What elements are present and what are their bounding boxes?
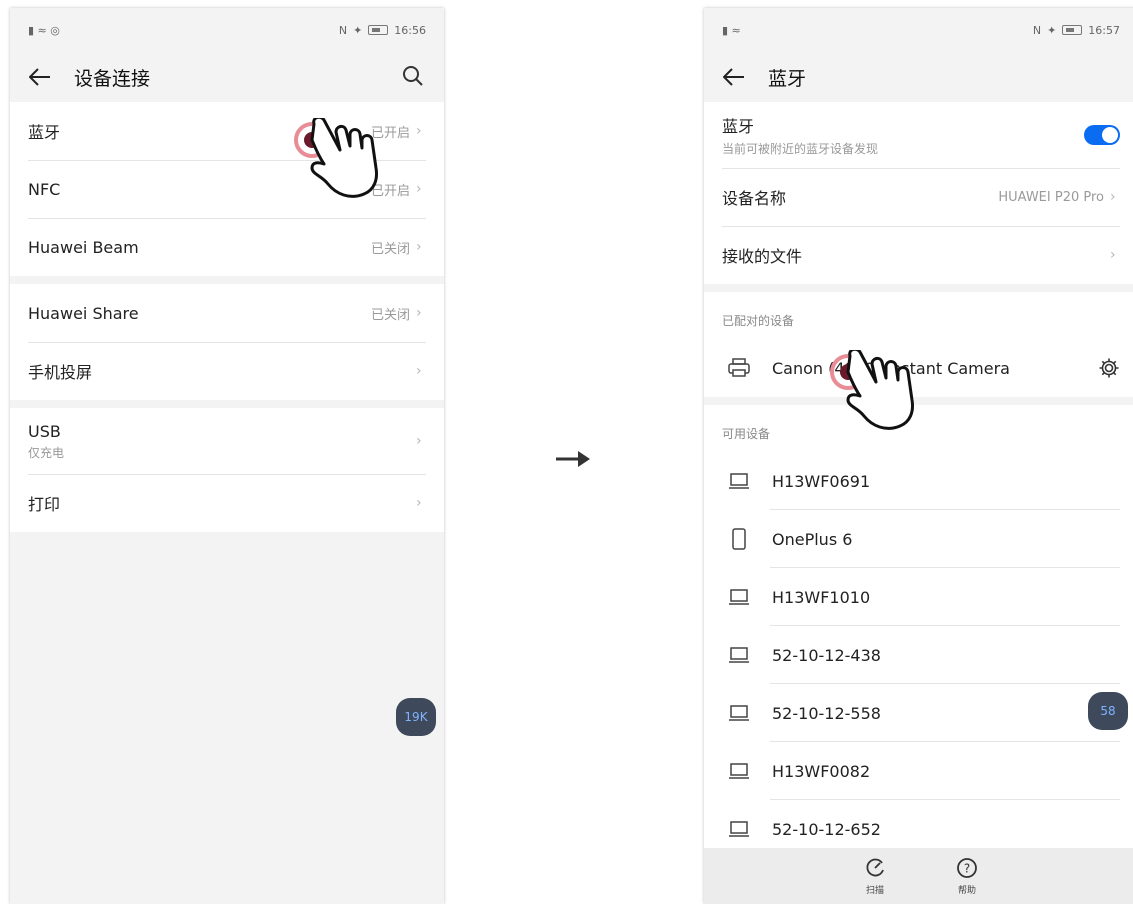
svg-text:?: ? [964, 861, 970, 875]
help-button[interactable]: ? 帮助 [956, 857, 978, 896]
device-label: 52-10-12-558 [772, 703, 881, 723]
scan-label: 扫描 [865, 885, 884, 896]
available-device-row[interactable]: H13WF1010 [704, 568, 1133, 626]
item-label: Huawei Share [28, 303, 139, 323]
arrow-right-icon [556, 451, 590, 467]
app-bar: 设备连接 [10, 52, 444, 102]
bluetooth-settings-group: 蓝牙 当前可被附近的蓝牙设备发现 设备名称 HUAWEI P20 Pro › 接… [704, 102, 1133, 284]
page-title: 蓝牙 [768, 67, 807, 90]
tap-gesture-hand-icon [294, 118, 378, 198]
status-icons-left: ▮ ≈ [722, 23, 741, 37]
item-label: NFC [28, 179, 61, 199]
chevron-right-icon: › [416, 123, 422, 139]
received-files-row[interactable]: 接收的文件 › [704, 226, 1133, 284]
help-icon: ? [957, 857, 977, 878]
device-label: 52-10-12-438 [772, 645, 881, 665]
item-label: 蓝牙 [28, 123, 61, 142]
settings-group-other: USB 仅充电 › 打印 › [10, 408, 444, 532]
phone-icon [726, 526, 752, 552]
item-label: 蓝牙 [722, 117, 755, 136]
laptop-icon [726, 468, 752, 494]
laptop-icon [726, 700, 752, 726]
device-label: 52-10-12-652 [772, 819, 881, 839]
paired-devices-title: 已配对的设备 [704, 292, 1133, 339]
item-sublabel: 仅充电 [28, 445, 65, 460]
help-label: 帮助 [957, 885, 976, 896]
item-label: USB [28, 421, 61, 441]
search-icon[interactable] [402, 65, 426, 89]
status-icons-left: ▮ ≈ ◎ [28, 23, 60, 37]
back-arrow-icon[interactable] [28, 65, 52, 89]
refresh-icon [866, 858, 884, 876]
status-icons-right: N ✦ 16:57 [1033, 24, 1120, 37]
app-bar: 蓝牙 [704, 52, 1133, 102]
chevron-right-icon: › [416, 363, 422, 379]
device-label: H13WF1010 [772, 587, 871, 607]
bluetooth-toggle-row[interactable]: 蓝牙 当前可被附近的蓝牙设备发现 [704, 102, 1133, 168]
chevron-right-icon: › [416, 239, 422, 255]
gear-icon[interactable] [1098, 357, 1120, 379]
item-text: 蓝牙 当前可被附近的蓝牙设备发现 [722, 113, 878, 157]
settings-group-sharing: Huawei Share 已关闭 › 手机投屏 › [10, 284, 444, 400]
chevron-right-icon: › [1110, 247, 1116, 263]
bluetooth-toggle-switch[interactable] [1084, 125, 1120, 145]
floating-speed-badge[interactable]: 58 [1088, 692, 1128, 730]
bluetooth-status-icon: ✦ [1047, 23, 1057, 37]
item-label: 接收的文件 [722, 247, 803, 266]
status-time: 16:56 [394, 23, 426, 37]
available-devices-group: 可用设备 H13WF0691 OnePlus 6 H13WF1010 52-10… [704, 405, 1133, 858]
available-device-row[interactable]: H13WF0082 [704, 742, 1133, 800]
chevron-right-icon: › [416, 181, 422, 197]
status-icons-right: N ✦ 16:56 [339, 24, 426, 37]
page-title: 设备连接 [74, 67, 151, 90]
laptop-icon [726, 816, 752, 842]
item-value: 已关闭 [370, 307, 410, 323]
device-label: OnePlus 6 [772, 529, 853, 549]
chevron-right-icon: › [416, 495, 422, 511]
item-text: USB 仅充电 [28, 422, 64, 461]
bluetooth-status-icon: ✦ [353, 23, 363, 37]
item-value: HUAWEI P20 Pro [998, 189, 1104, 205]
chevron-right-icon: › [1110, 189, 1116, 205]
laptop-icon [726, 758, 752, 784]
printer-icon [726, 355, 752, 381]
settings-item-screen-projection[interactable]: 手机投屏 › [10, 342, 444, 400]
device-label: H13WF0082 [772, 761, 871, 781]
laptop-icon [726, 642, 752, 668]
laptop-icon [726, 584, 752, 610]
battery-icon [1062, 25, 1083, 35]
item-value: 已关闭 [370, 241, 410, 257]
settings-item-huawei-share[interactable]: Huawei Share 已关闭 › [10, 284, 444, 342]
device-name-row[interactable]: 设备名称 HUAWEI P20 Pro › [704, 168, 1133, 226]
item-sublabel: 当前可被附近的蓝牙设备发现 [722, 142, 879, 156]
bottom-action-bar: 扫描 ? 帮助 [704, 848, 1133, 904]
item-label: 设备名称 [722, 189, 787, 208]
chevron-right-icon: › [416, 433, 422, 449]
available-device-row[interactable]: 52-10-12-558 [704, 684, 1133, 742]
device-label: H13WF0691 [772, 471, 871, 491]
nfc-icon: N [1032, 23, 1042, 37]
scan-button[interactable]: 扫描 [864, 857, 886, 896]
status-bar: ▮ ≈ N ✦ 16:57 [704, 8, 1133, 52]
back-arrow-icon[interactable] [722, 65, 746, 89]
item-label: 打印 [28, 495, 61, 514]
battery-icon [368, 25, 389, 35]
available-device-row[interactable]: OnePlus 6 [704, 510, 1133, 568]
item-label: 手机投屏 [28, 363, 93, 382]
tap-gesture-hand-icon [830, 350, 914, 430]
status-time: 16:57 [1088, 23, 1120, 37]
available-device-row[interactable]: 52-10-12-438 [704, 626, 1133, 684]
chevron-right-icon: › [416, 305, 422, 321]
status-bar: ▮ ≈ ◎ N ✦ 16:56 [10, 8, 444, 52]
floating-speed-badge[interactable]: 19K [396, 698, 436, 736]
settings-item-usb[interactable]: USB 仅充电 › [10, 408, 444, 474]
settings-item-print[interactable]: 打印 › [10, 474, 444, 532]
nfc-icon: N [338, 23, 348, 37]
item-label: Huawei Beam [28, 237, 139, 257]
